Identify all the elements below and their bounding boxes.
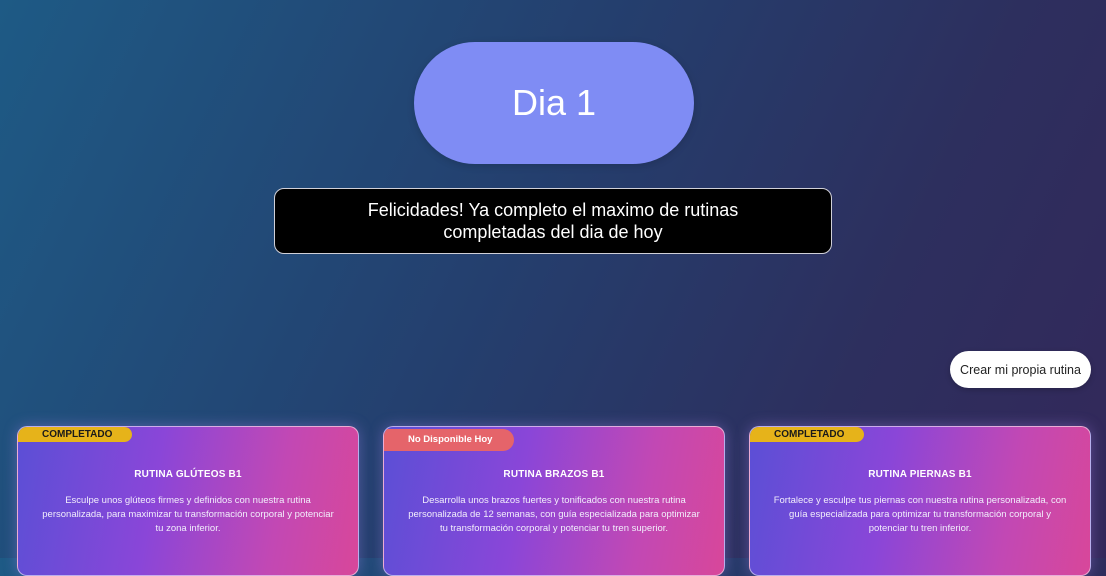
routine-card-gluteos[interactable]: COMPLETADO RUTINA GLÚTEOS B1 Esculpe uno… [17,426,359,576]
routine-card-description: Fortalece y esculpe tus piernas con nues… [773,495,1067,534]
create-own-routine-button[interactable]: Crear mi propia rutina [950,351,1091,388]
day-title: Dia 1 [511,82,597,123]
status-badge-unavailable: No Disponible Hoy [384,429,514,451]
routine-card-description: Desarrolla unos brazos fuertes y tonific… [408,495,700,534]
routine-card-title: RUTINA BRAZOS B1 [503,469,605,480]
status-badge-completed: COMPLETADO [750,427,864,442]
completion-message: Felicidades! Ya completo el maximo de ru… [274,188,832,254]
routine-card-title: RUTINA GLÚTEOS B1 [134,469,242,480]
routine-card-piernas[interactable]: COMPLETADO RUTINA PIERNAS B1 Fortalece y… [749,426,1091,576]
routine-card-brazos[interactable]: No Disponible Hoy RUTINA BRAZOS B1 Desar… [383,426,725,576]
status-badge-completed: COMPLETADO [18,427,132,442]
routine-card-title: RUTINA PIERNAS B1 [868,469,972,480]
completion-message-line-2: completadas del dia de hoy [443,222,663,242]
routine-card-description: Esculpe unos glúteos firmes y definidos … [42,495,334,534]
completion-message-line-1: Felicidades! Ya completo el maximo de ru… [367,200,739,220]
day-title-pill: Dia 1 [414,42,694,164]
